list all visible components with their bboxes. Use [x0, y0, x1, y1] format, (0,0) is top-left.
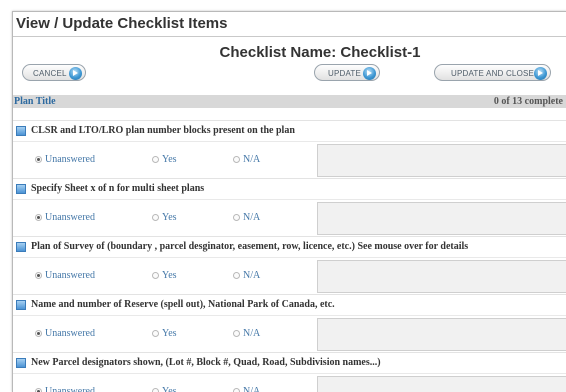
checklist-item-answer-row: Unanswered Yes N/A — [13, 141, 566, 179]
radio-yes[interactable]: Yes — [152, 328, 177, 339]
checklist-square-icon — [16, 184, 26, 194]
update-and-close-button[interactable]: UPDATE AND CLOSE — [434, 64, 551, 81]
update-and-close-button-label: UPDATE AND CLOSE — [451, 69, 535, 78]
comment-field[interactable] — [317, 260, 566, 293]
arrow-circle-icon — [363, 67, 376, 80]
radio-na-label: N/A — [243, 386, 261, 392]
section-header: Plan Title 0 of 13 complete — [13, 95, 566, 108]
radio-unanswered-label: Unanswered — [45, 212, 95, 223]
checklist-dialog: View / Update Checklist Items Checklist … — [12, 11, 566, 392]
radio-na-label: N/A — [243, 212, 261, 223]
checklist-item: CLSR and LTO/LRO plan number blocks pres… — [13, 120, 566, 141]
radio-unanswered-label: Unanswered — [45, 386, 95, 392]
radio-unanswered-label: Unanswered — [45, 270, 95, 281]
checklist-square-icon — [16, 358, 26, 368]
radio-na-label: N/A — [243, 328, 261, 339]
checklist-square-icon — [16, 242, 26, 252]
cancel-button[interactable]: CANCEL — [22, 64, 86, 81]
section-progress: 0 of 13 complete — [493, 96, 563, 107]
checklist-square-icon — [16, 300, 26, 310]
radio-yes[interactable]: Yes — [152, 154, 177, 165]
checklist-name-label: Checklist Name: Checklist-1 — [219, 44, 421, 61]
radio-yes[interactable]: Yes — [152, 212, 177, 223]
comment-field[interactable] — [317, 144, 566, 177]
checklist-item-label: Name and number of Reserve (spell out), … — [31, 299, 335, 310]
arrow-circle-icon — [69, 67, 82, 80]
radio-yes-indicator[interactable] — [152, 214, 159, 221]
radio-na-indicator[interactable] — [233, 330, 240, 337]
radio-yes-indicator[interactable] — [152, 330, 159, 337]
arrow-circle-icon — [534, 67, 547, 80]
radio-unanswered[interactable]: Unanswered — [35, 270, 95, 281]
checklist-item-label: CLSR and LTO/LRO plan number blocks pres… — [31, 125, 295, 136]
radio-na-indicator[interactable] — [233, 214, 240, 221]
radio-na[interactable]: N/A — [233, 386, 260, 392]
radio-yes-label: Yes — [162, 386, 177, 392]
dialog-title: View / Update Checklist Items — [16, 15, 228, 32]
checklist-item-answer-row: Unanswered Yes N/A — [13, 257, 566, 295]
update-button[interactable]: UPDATE — [314, 64, 380, 81]
radio-unanswered-indicator[interactable] — [35, 272, 42, 279]
update-button-label: UPDATE — [328, 69, 362, 78]
radio-unanswered-indicator[interactable] — [35, 330, 42, 337]
radio-unanswered[interactable]: Unanswered — [35, 328, 95, 339]
comment-field[interactable] — [317, 318, 566, 351]
radio-unanswered-indicator[interactable] — [35, 214, 42, 221]
radio-yes-label: Yes — [162, 212, 177, 223]
radio-unanswered[interactable]: Unanswered — [35, 386, 95, 392]
radio-unanswered-label: Unanswered — [45, 154, 95, 165]
radio-na[interactable]: N/A — [233, 154, 260, 165]
radio-unanswered[interactable]: Unanswered — [35, 154, 95, 165]
checklist-item: New Parcel designators shown, (Lot #, Bl… — [13, 352, 566, 373]
radio-yes-label: Yes — [162, 154, 177, 165]
comment-field[interactable] — [317, 376, 566, 392]
radio-na-indicator[interactable] — [233, 156, 240, 163]
radio-unanswered-indicator[interactable] — [35, 156, 42, 163]
cancel-button-label: CANCEL — [33, 69, 67, 78]
checklist-item: Specify Sheet x of n for multi sheet pla… — [13, 178, 566, 199]
radio-yes-indicator[interactable] — [152, 272, 159, 279]
button-row: CANCEL UPDATE UPDATE AND CLOSE — [13, 64, 566, 89]
radio-yes-indicator[interactable] — [152, 388, 159, 392]
section-title: Plan Title — [14, 96, 56, 107]
checklist-item-label: New Parcel designators shown, (Lot #, Bl… — [31, 357, 381, 368]
checklist-item: Name and number of Reserve (spell out), … — [13, 294, 566, 315]
radio-yes-indicator[interactable] — [152, 156, 159, 163]
radio-unanswered[interactable]: Unanswered — [35, 212, 95, 223]
radio-na[interactable]: N/A — [233, 328, 260, 339]
checklist-item-answer-row: Unanswered Yes N/A — [13, 315, 566, 353]
checklist-name: Checklist Name: Checklist-1 — [13, 44, 566, 61]
radio-na-label: N/A — [243, 154, 261, 165]
radio-yes[interactable]: Yes — [152, 270, 177, 281]
radio-na-label: N/A — [243, 270, 261, 281]
radio-unanswered-indicator[interactable] — [35, 388, 42, 392]
checklist-item-label: Plan of Survey of (boundary , parcel des… — [31, 241, 469, 252]
checklist-item: Plan of Survey of (boundary , parcel des… — [13, 236, 566, 257]
checklist-item-answer-row: Unanswered Yes N/A — [13, 373, 566, 392]
checklist-item-label: Specify Sheet x of n for multi sheet pla… — [31, 183, 205, 194]
radio-unanswered-label: Unanswered — [45, 328, 95, 339]
radio-na[interactable]: N/A — [233, 212, 260, 223]
dialog-titlebar: View / Update Checklist Items — [13, 12, 566, 37]
checklist-square-icon — [16, 126, 26, 136]
radio-yes[interactable]: Yes — [152, 386, 177, 392]
radio-na-indicator[interactable] — [233, 272, 240, 279]
radio-yes-label: Yes — [162, 328, 177, 339]
comment-field[interactable] — [317, 202, 566, 235]
radio-na-indicator[interactable] — [233, 388, 240, 392]
checklist-item-answer-row: Unanswered Yes N/A — [13, 199, 566, 237]
radio-na[interactable]: N/A — [233, 270, 260, 281]
radio-yes-label: Yes — [162, 270, 177, 281]
